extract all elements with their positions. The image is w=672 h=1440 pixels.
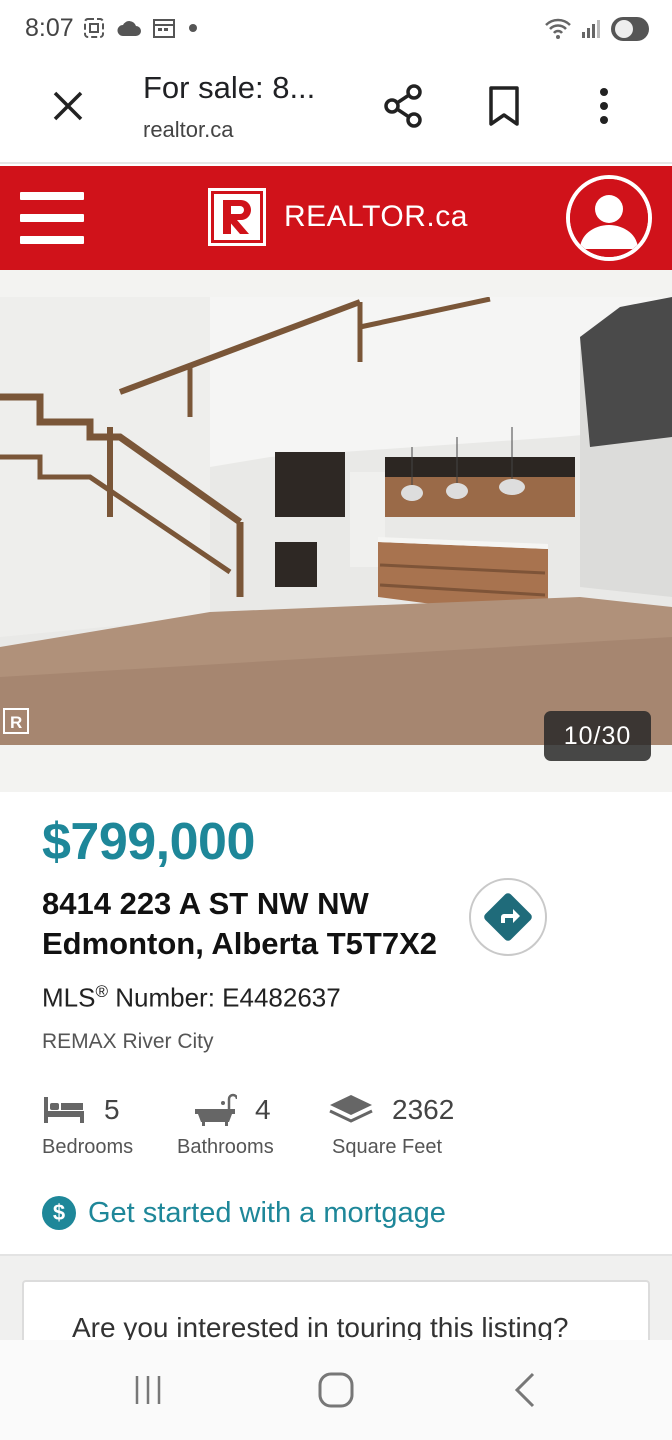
- profile-button[interactable]: [566, 175, 652, 261]
- close-tab-button[interactable]: [44, 82, 92, 130]
- tour-section: Are you interested in touring this listi…: [0, 1254, 672, 1340]
- signal-icon: [582, 20, 600, 38]
- logo-text: REALTOR.ca: [284, 200, 468, 233]
- hamburger-line: [20, 192, 84, 200]
- toggle-icon: [611, 17, 649, 41]
- directions-button[interactable]: [469, 878, 547, 956]
- bathtub-icon: [195, 1093, 237, 1126]
- mls-number-value: Number: E4482637: [108, 982, 341, 1013]
- square-feet-label: Square Feet: [332, 1136, 443, 1158]
- directions-icon: [484, 893, 532, 941]
- feature-bathrooms: 4 Bathrooms: [177, 1090, 274, 1159]
- feature-square-feet: 2362 Square Feet: [329, 1090, 455, 1159]
- wifi-icon: [545, 18, 571, 39]
- registered-mark: ®: [95, 982, 108, 1001]
- address-line-2: Edmonton, Alberta T5T7X2: [42, 926, 438, 961]
- user-avatar-icon: [570, 179, 648, 257]
- menu-button[interactable]: [20, 192, 84, 244]
- bathrooms-value: 4: [255, 1094, 271, 1125]
- bookmark-icon: [489, 86, 519, 126]
- share-icon: [384, 84, 422, 128]
- home-icon: [318, 1372, 354, 1408]
- share-button[interactable]: [380, 82, 428, 130]
- status-time: 8:07: [25, 14, 74, 42]
- more-options-button[interactable]: [580, 82, 628, 130]
- svg-text:R: R: [10, 713, 22, 732]
- dot-icon: [189, 24, 197, 32]
- close-icon: [53, 91, 83, 121]
- square-feet-value: 2362: [392, 1094, 455, 1125]
- status-icons-right: [544, 16, 650, 42]
- dollar-icon: $: [42, 1196, 76, 1230]
- bed-icon: [44, 1097, 84, 1123]
- brokerage-name: REMAX River City: [42, 1030, 214, 1053]
- mortgage-link[interactable]: $ Get started with a mortgage: [42, 1196, 446, 1230]
- bookmark-button[interactable]: [480, 82, 528, 130]
- feature-bedrooms: 5 Bedrooms: [42, 1090, 133, 1159]
- bedrooms-label: Bedrooms: [42, 1136, 134, 1158]
- page-title: For sale: 8...: [143, 70, 316, 105]
- property-features: 5 Bedrooms 4 Bathrooms 2362 Square Feet: [42, 1090, 642, 1170]
- realtor-r-logo-icon: [208, 188, 266, 246]
- bedrooms-value: 5: [104, 1094, 120, 1125]
- square-feet-icon: [329, 1095, 373, 1123]
- screenshot-icon: [84, 18, 104, 38]
- system-nav-bar: [0, 1340, 672, 1440]
- bathrooms-label: Bathrooms: [177, 1136, 274, 1158]
- mls-prefix: MLS: [42, 982, 96, 1013]
- home-button[interactable]: [312, 1368, 360, 1412]
- photo-counter: 10/30: [544, 711, 651, 761]
- hamburger-line: [20, 236, 84, 244]
- listing-details: $799,000 8414 223 A ST NW NW Edmonton, A…: [0, 792, 672, 1254]
- listing-photo[interactable]: R: [0, 297, 672, 745]
- back-button[interactable]: [500, 1368, 548, 1412]
- mls-number: MLS® Number: E4482637: [42, 982, 341, 1014]
- photo-gallery: R 10/30: [0, 270, 672, 792]
- back-icon: [514, 1372, 535, 1408]
- hamburger-line: [20, 214, 84, 222]
- page-url[interactable]: realtor.ca: [143, 117, 234, 143]
- recent-apps-button[interactable]: [124, 1368, 172, 1412]
- more-vertical-icon: [600, 88, 608, 124]
- address-line-1: 8414 223 A ST NW NW: [42, 886, 369, 921]
- mortgage-link-text: Get started with a mortgage: [88, 1196, 446, 1229]
- cloud-icon: [117, 21, 141, 36]
- tour-card: Are you interested in touring this listi…: [22, 1280, 650, 1340]
- listing-address: 8414 223 A ST NW NW Edmonton, Alberta T5…: [42, 884, 437, 964]
- status-bar: 8:07: [0, 0, 672, 60]
- listing-price: $799,000: [42, 813, 255, 871]
- realtor-logo[interactable]: REALTOR.ca: [208, 188, 468, 246]
- recent-apps-icon: [135, 1376, 161, 1404]
- tour-question: Are you interested in touring this listi…: [72, 1312, 569, 1340]
- calendar-icon: [153, 19, 175, 38]
- site-header: REALTOR.ca: [0, 166, 672, 270]
- browser-toolbar: For sale: 8... realtor.ca: [0, 60, 672, 164]
- status-icons-left: [82, 16, 200, 40]
